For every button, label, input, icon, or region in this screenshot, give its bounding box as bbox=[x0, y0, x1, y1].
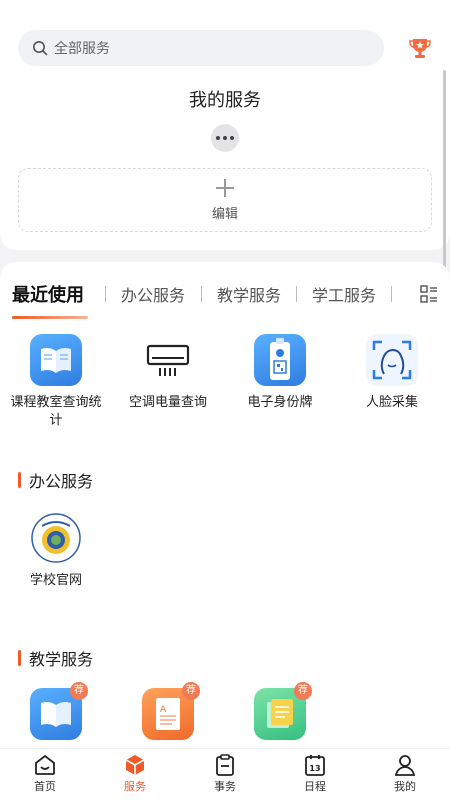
section-title-teaching: 教学服务 bbox=[18, 646, 93, 670]
tabbar-mine[interactable]: 我的 bbox=[375, 753, 435, 794]
app-teaching-1[interactable]: 荐 bbox=[0, 682, 112, 740]
category-tabs: 最近使用 办公服务 教学服务 学工服务 bbox=[0, 262, 450, 322]
tabbar-label: 首页 bbox=[34, 780, 56, 793]
recommend-badge: 荐 bbox=[182, 682, 200, 700]
tabbar-services[interactable]: 服务 bbox=[105, 753, 165, 794]
school-logo-icon bbox=[30, 512, 82, 564]
app-teaching-3[interactable]: 荐 bbox=[224, 682, 336, 740]
bottom-tab-bar: 首页 服务 事务 13 日程 我的 bbox=[0, 748, 450, 800]
calendar-day: 13 bbox=[309, 764, 320, 773]
recommend-badge: 荐 bbox=[70, 682, 88, 700]
clipboard-icon bbox=[216, 754, 234, 776]
app-name: 空调电量查询 bbox=[128, 395, 207, 410]
face-scan-icon bbox=[366, 334, 418, 386]
document-icon: A 荐 bbox=[142, 682, 200, 740]
tabbar-label: 服务 bbox=[124, 780, 146, 793]
tabbar-label: 日程 bbox=[304, 780, 326, 793]
app-name: 人脸采集 bbox=[365, 395, 418, 410]
search-icon bbox=[33, 41, 48, 56]
app-name: 课程教室查询统计 bbox=[10, 395, 102, 428]
list-view-icon[interactable] bbox=[420, 285, 438, 303]
notes-icon: 荐 bbox=[254, 682, 312, 740]
tab-office[interactable]: 办公服务 bbox=[121, 282, 185, 306]
user-icon bbox=[394, 755, 416, 776]
tabbar-label: 事务 bbox=[214, 780, 236, 793]
my-services-title: 我的服务 bbox=[189, 90, 261, 111]
active-tab-indicator bbox=[12, 316, 88, 319]
home-icon bbox=[35, 754, 55, 775]
app-face-capture[interactable]: 人脸采集 bbox=[336, 334, 448, 412]
tab-divider bbox=[201, 286, 202, 302]
plus-icon bbox=[216, 179, 234, 197]
edit-label: 编辑 bbox=[211, 207, 238, 222]
cube-icon bbox=[125, 755, 145, 775]
service-catalog: 最近使用 办公服务 教学服务 学工服务 课程教室查询统计 空调电量查询 电子身份… bbox=[0, 262, 450, 752]
search-placeholder: 全部服务 bbox=[54, 41, 110, 57]
search-bar[interactable]: 全部服务 bbox=[18, 30, 384, 66]
id-badge-icon bbox=[254, 334, 306, 386]
tabbar-schedule[interactable]: 13 日程 bbox=[285, 753, 345, 794]
app-ac-electricity[interactable]: 空调电量查询 bbox=[112, 334, 224, 412]
section-title-office: 办公服务 bbox=[18, 468, 93, 492]
app-school-website[interactable]: 学校官网 bbox=[0, 512, 112, 590]
tab-divider bbox=[391, 286, 392, 302]
tab-divider bbox=[296, 286, 297, 302]
more-icon[interactable] bbox=[211, 124, 239, 152]
tab-divider bbox=[105, 286, 106, 302]
book-icon: 荐 bbox=[30, 682, 88, 740]
air-conditioner-icon bbox=[142, 334, 194, 386]
my-services-panel: 全部服务 我的服务 编辑 bbox=[0, 0, 450, 250]
edit-services-button[interactable]: 编辑 bbox=[18, 168, 432, 232]
tabbar-label: 我的 bbox=[394, 780, 416, 793]
book-icon bbox=[30, 334, 82, 386]
recommend-badge: 荐 bbox=[294, 682, 312, 700]
tab-recent[interactable]: 最近使用 bbox=[12, 281, 84, 307]
app-course-classroom[interactable]: 课程教室查询统计 bbox=[0, 334, 112, 430]
tab-student-affairs[interactable]: 学工服务 bbox=[312, 282, 376, 306]
app-name: 电子身份牌 bbox=[247, 395, 313, 410]
trophy-icon[interactable] bbox=[408, 36, 432, 60]
app-teaching-2[interactable]: A 荐 bbox=[112, 682, 224, 740]
app-electronic-id[interactable]: 电子身份牌 bbox=[224, 334, 336, 412]
svg-text:A: A bbox=[160, 705, 167, 715]
calendar-icon: 13 bbox=[305, 755, 325, 776]
tabbar-affairs[interactable]: 事务 bbox=[195, 753, 255, 794]
app-name: 学校官网 bbox=[29, 573, 82, 588]
tabbar-home[interactable]: 首页 bbox=[15, 753, 75, 794]
tab-teaching[interactable]: 教学服务 bbox=[217, 282, 281, 306]
